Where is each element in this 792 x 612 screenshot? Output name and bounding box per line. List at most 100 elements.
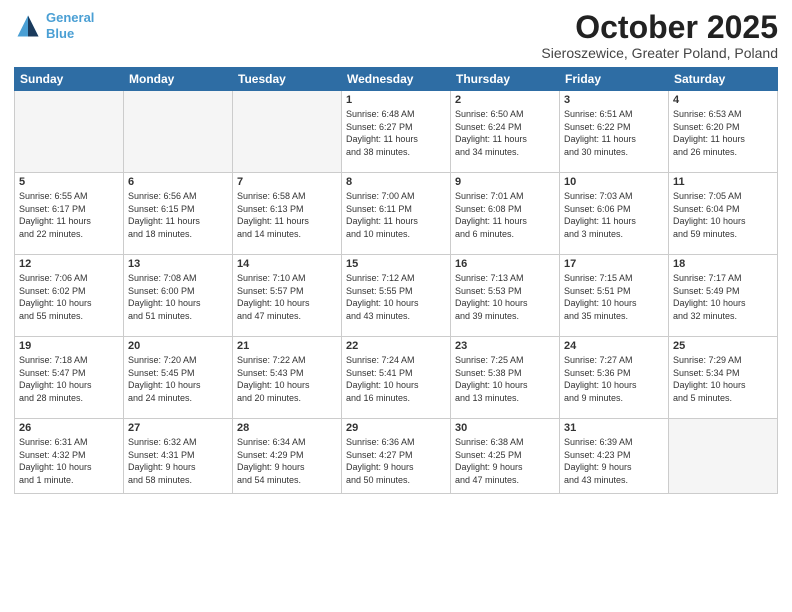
day-info: Sunrise: 6:58 AMSunset: 6:13 PMDaylight:…	[237, 190, 337, 240]
day-info: Sunrise: 6:48 AMSunset: 6:27 PMDaylight:…	[346, 108, 446, 158]
logo: General Blue	[14, 10, 94, 41]
table-row: 10 Sunrise: 7:03 AMSunset: 6:06 PMDayligh…	[560, 173, 669, 255]
day-number: 13	[128, 258, 228, 270]
day-info: Sunrise: 7:13 AMSunset: 5:53 PMDaylight:…	[455, 272, 555, 322]
col-wednesday: Wednesday	[342, 68, 451, 91]
day-number: 4	[673, 94, 773, 106]
day-number: 9	[455, 176, 555, 188]
col-thursday: Thursday	[451, 68, 560, 91]
day-info: Sunrise: 7:01 AMSunset: 6:08 PMDaylight:…	[455, 190, 555, 240]
day-info: Sunrise: 7:15 AMSunset: 5:51 PMDaylight:…	[564, 272, 664, 322]
day-number: 1	[346, 94, 446, 106]
day-number: 6	[128, 176, 228, 188]
day-number: 16	[455, 258, 555, 270]
table-row: 12 Sunrise: 7:06 AMSunset: 6:02 PMDayligh…	[15, 255, 124, 337]
day-info: Sunrise: 6:50 AMSunset: 6:24 PMDaylight:…	[455, 108, 555, 158]
table-row: 23 Sunrise: 7:25 AMSunset: 5:38 PMDayligh…	[451, 337, 560, 419]
day-info: Sunrise: 7:03 AMSunset: 6:06 PMDaylight:…	[564, 190, 664, 240]
table-row: 26Sunrise: 6:31 AMSunset: 4:32 PMDayligh…	[15, 419, 124, 494]
day-info: Sunrise: 6:51 AMSunset: 6:22 PMDaylight:…	[564, 108, 664, 158]
day-number: 24	[564, 340, 664, 352]
day-info: Sunrise: 7:20 AMSunset: 5:45 PMDaylight:…	[128, 354, 228, 404]
logo-text: General Blue	[46, 10, 94, 41]
table-row: 25Sunrise: 7:29 AMSunset: 5:34 PMDayligh…	[669, 337, 778, 419]
day-info: Sunrise: 6:56 AMSunset: 6:15 PMDaylight:…	[128, 190, 228, 240]
calendar-table: Sunday Monday Tuesday Wednesday Thursday…	[14, 67, 778, 494]
table-row: 16 Sunrise: 7:13 AMSunset: 5:53 PMDayligh…	[451, 255, 560, 337]
logo-blue: Blue	[46, 26, 74, 41]
table-row: 18 Sunrise: 7:17 AMSunset: 5:49 PMDayligh…	[669, 255, 778, 337]
day-info: Sunrise: 7:00 AMSunset: 6:11 PMDaylight:…	[346, 190, 446, 240]
table-row: 11 Sunrise: 7:05 AMSunset: 6:04 PMDayligh…	[669, 173, 778, 255]
table-row	[15, 91, 124, 173]
day-number: 14	[237, 258, 337, 270]
day-info: Sunrise: 7:17 AMSunset: 5:49 PMDaylight:…	[673, 272, 773, 322]
col-friday: Friday	[560, 68, 669, 91]
day-number: 15	[346, 258, 446, 270]
calendar-header-row: Sunday Monday Tuesday Wednesday Thursday…	[15, 68, 778, 91]
day-number: 20	[128, 340, 228, 352]
day-number: 22	[346, 340, 446, 352]
table-row: 4 Sunrise: 6:53 AMSunset: 6:20 PMDaylight…	[669, 91, 778, 173]
logo-icon	[14, 12, 42, 40]
day-number: 10	[564, 176, 664, 188]
day-number: 7	[237, 176, 337, 188]
table-row: 19 Sunrise: 7:18 AMSunset: 5:47 PMDayligh…	[15, 337, 124, 419]
day-number: 18	[673, 258, 773, 270]
table-row: 20 Sunrise: 7:20 AMSunset: 5:45 PMDayligh…	[124, 337, 233, 419]
day-info: Sunrise: 7:06 AMSunset: 6:02 PMDaylight:…	[19, 272, 119, 322]
table-row: 24 Sunrise: 7:27 AMSunset: 5:36 PMDayligh…	[560, 337, 669, 419]
day-info: Sunrise: 6:53 AMSunset: 6:20 PMDaylight:…	[673, 108, 773, 158]
day-info: Sunrise: 6:38 AMSunset: 4:25 PMDaylight:…	[455, 436, 555, 486]
day-info: Sunrise: 7:25 AMSunset: 5:38 PMDaylight:…	[455, 354, 555, 404]
day-info: Sunrise: 6:31 AMSunset: 4:32 PMDaylight:…	[19, 436, 119, 486]
col-tuesday: Tuesday	[233, 68, 342, 91]
day-number: 12	[19, 258, 119, 270]
col-saturday: Saturday	[669, 68, 778, 91]
day-info: Sunrise: 7:12 AMSunset: 5:55 PMDaylight:…	[346, 272, 446, 322]
location: Sieroszewice, Greater Poland, Poland	[541, 45, 778, 61]
col-sunday: Sunday	[15, 68, 124, 91]
day-number: 8	[346, 176, 446, 188]
day-number: 30	[455, 422, 555, 434]
logo-general: General	[46, 10, 94, 25]
day-info: Sunrise: 7:18 AMSunset: 5:47 PMDaylight:…	[19, 354, 119, 404]
day-info: Sunrise: 6:36 AMSunset: 4:27 PMDaylight:…	[346, 436, 446, 486]
day-number: 2	[455, 94, 555, 106]
day-number: 27	[128, 422, 228, 434]
table-row: 21 Sunrise: 7:22 AMSunset: 5:43 PMDayligh…	[233, 337, 342, 419]
day-number: 5	[19, 176, 119, 188]
table-row: 22 Sunrise: 7:24 AMSunset: 5:41 PMDayligh…	[342, 337, 451, 419]
table-row: 27Sunrise: 6:32 AMSunset: 4:31 PMDayligh…	[124, 419, 233, 494]
col-monday: Monday	[124, 68, 233, 91]
table-row	[233, 91, 342, 173]
month-title: October 2025	[541, 10, 778, 45]
table-row: 30 Sunrise: 6:38 AMSunset: 4:25 PMDayligh…	[451, 419, 560, 494]
table-row: 1 Sunrise: 6:48 AMSunset: 6:27 PMDaylight…	[342, 91, 451, 173]
day-info: Sunrise: 7:24 AMSunset: 5:41 PMDaylight:…	[346, 354, 446, 404]
day-info: Sunrise: 7:27 AMSunset: 5:36 PMDaylight:…	[564, 354, 664, 404]
table-row: 3 Sunrise: 6:51 AMSunset: 6:22 PMDaylight…	[560, 91, 669, 173]
day-info: Sunrise: 7:22 AMSunset: 5:43 PMDaylight:…	[237, 354, 337, 404]
day-number: 3	[564, 94, 664, 106]
day-info: Sunrise: 6:34 AMSunset: 4:29 PMDaylight:…	[237, 436, 337, 486]
table-row: 7 Sunrise: 6:58 AMSunset: 6:13 PMDaylight…	[233, 173, 342, 255]
day-number: 31	[564, 422, 664, 434]
day-info: Sunrise: 7:29 AMSunset: 5:34 PMDaylight:…	[673, 354, 773, 404]
table-row	[124, 91, 233, 173]
table-row	[669, 419, 778, 494]
table-row: 9 Sunrise: 7:01 AMSunset: 6:08 PMDaylight…	[451, 173, 560, 255]
table-row: 28Sunrise: 6:34 AMSunset: 4:29 PMDayligh…	[233, 419, 342, 494]
table-row: 29 Sunrise: 6:36 AMSunset: 4:27 PMDayligh…	[342, 419, 451, 494]
day-number: 19	[19, 340, 119, 352]
table-row: 8 Sunrise: 7:00 AMSunset: 6:11 PMDaylight…	[342, 173, 451, 255]
day-number: 23	[455, 340, 555, 352]
table-row: 17Sunrise: 7:15 AMSunset: 5:51 PMDayligh…	[560, 255, 669, 337]
day-number: 29	[346, 422, 446, 434]
header: General Blue October 2025 Sieroszewice, …	[14, 10, 778, 61]
page: General Blue October 2025 Sieroszewice, …	[0, 0, 792, 612]
day-number: 11	[673, 176, 773, 188]
table-row: 5Sunrise: 6:55 AMSunset: 6:17 PMDaylight…	[15, 173, 124, 255]
day-info: Sunrise: 7:05 AMSunset: 6:04 PMDaylight:…	[673, 190, 773, 240]
day-number: 21	[237, 340, 337, 352]
